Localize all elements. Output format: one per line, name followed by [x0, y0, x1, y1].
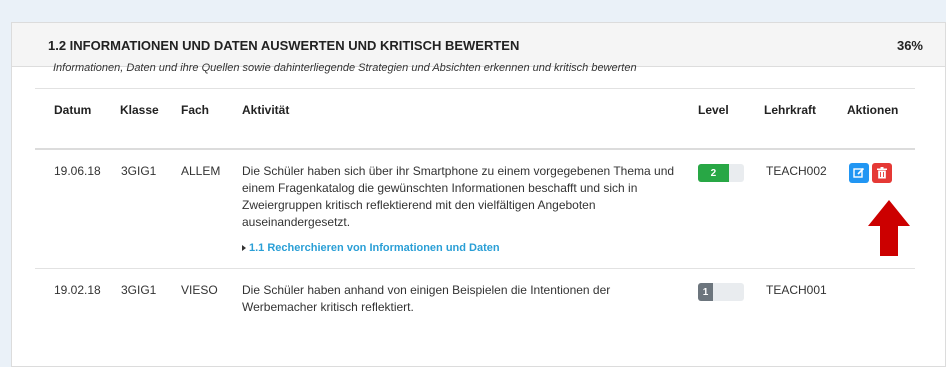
- column-header-teacher: Lehrkraft: [764, 103, 817, 117]
- activity-line: Die Schüler haben anhand von einigen Bei…: [242, 283, 611, 297]
- level-value: 1: [702, 286, 709, 298]
- row-subject: VIESO: [181, 283, 218, 297]
- level-value: 2: [710, 167, 717, 179]
- row-teacher: TEACH002: [766, 164, 827, 178]
- column-header-class: Klasse: [120, 103, 159, 117]
- header-divider: [35, 148, 915, 150]
- row-date: 19.02.18: [54, 283, 101, 297]
- trash-icon: [877, 167, 887, 179]
- arrow-up-icon: [868, 200, 910, 256]
- edit-icon: [853, 167, 865, 178]
- column-header-activity: Aktivität: [242, 103, 290, 117]
- caret-right-icon: [242, 245, 246, 251]
- activity-line: Die Schüler haben sich über ihr Smartpho…: [242, 164, 675, 178]
- edit-button[interactable]: [849, 163, 869, 183]
- column-header-actions: Aktionen: [847, 103, 899, 117]
- activity-line: Werbemacher kritisch reflektiert.: [242, 300, 414, 314]
- row-teacher: TEACH001: [766, 283, 827, 297]
- column-header-level: Level: [698, 103, 729, 117]
- level-bar-fill: 2: [698, 164, 729, 182]
- panel-header: 1.2 INFORMATIONEN UND DATEN AUSWERTEN UN…: [12, 23, 945, 67]
- row-class: 3GIG1: [121, 164, 157, 178]
- panel-title: 1.2 INFORMATIONEN UND DATEN AUSWERTEN UN…: [48, 38, 520, 53]
- panel-subtitle: Informationen, Daten und ihre Quellen so…: [53, 62, 637, 74]
- progress-percent: 36%: [896, 38, 923, 53]
- level-bar: 2: [698, 164, 744, 182]
- row-class: 3GIG1: [121, 283, 157, 297]
- level-bar: 1: [698, 283, 744, 301]
- row-divider: [35, 268, 915, 269]
- related-competence-link[interactable]: 1.1 Recherchieren von Informationen und …: [242, 242, 500, 254]
- activity-line: auseinandergesetzt.: [242, 215, 351, 229]
- row-date: 19.06.18: [54, 164, 101, 178]
- column-header-subject: Fach: [181, 103, 210, 117]
- row-subject: ALLEM: [181, 164, 221, 178]
- activity-line: einem Fragenkatalog die gewünschten Info…: [242, 181, 638, 195]
- activity-line: Zweiergruppen kritisch reflektierend mit…: [242, 198, 596, 212]
- column-header-date: Datum: [54, 103, 92, 117]
- divider: [35, 88, 915, 89]
- delete-button[interactable]: [872, 163, 892, 183]
- level-bar-fill: 1: [698, 283, 714, 301]
- related-competence-label: 1.1 Recherchieren von Informationen und …: [249, 242, 500, 254]
